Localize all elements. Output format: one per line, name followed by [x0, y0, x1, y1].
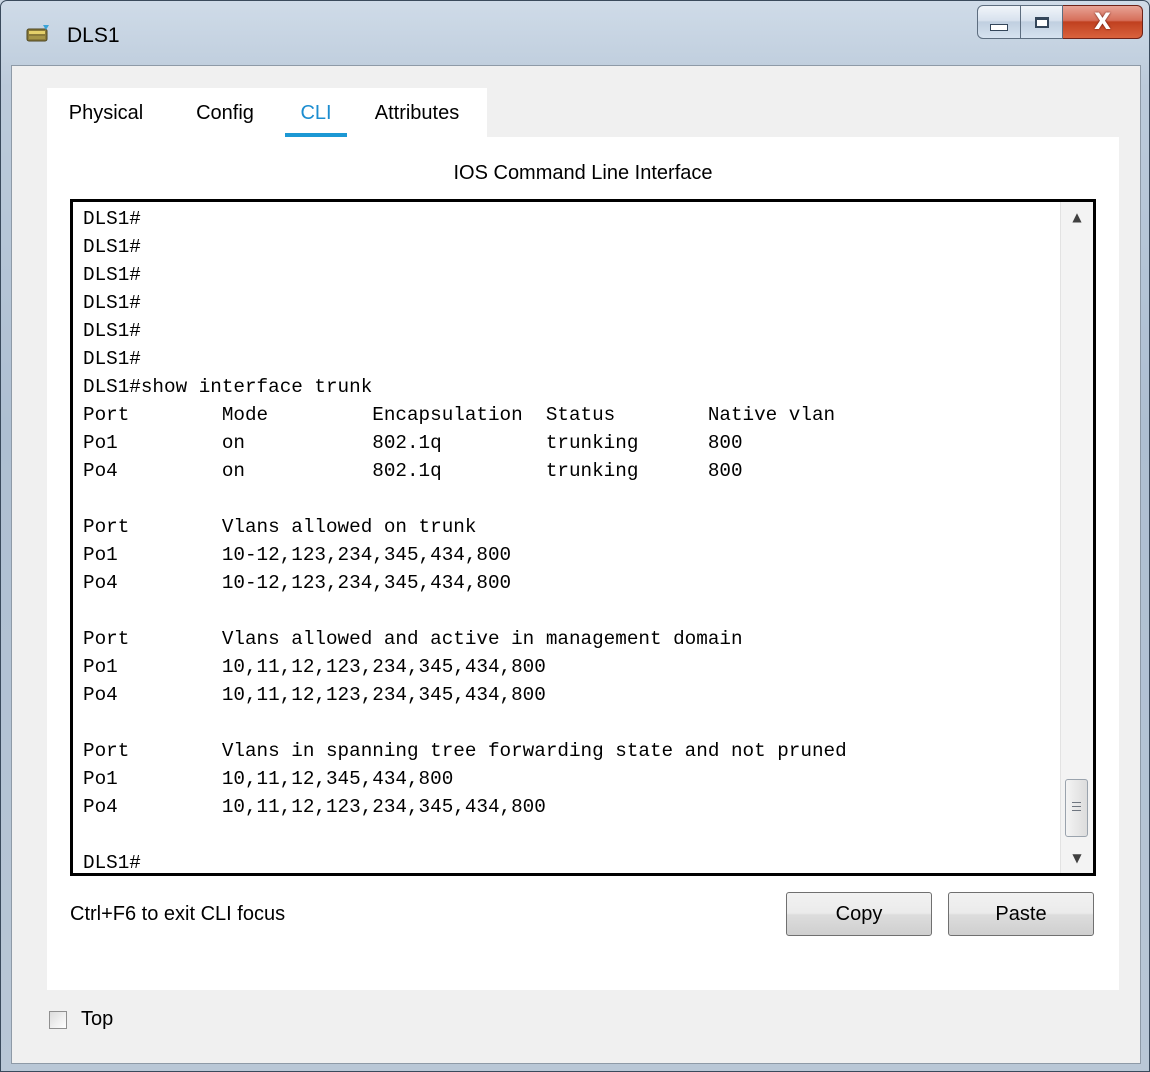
tab-label: Physical: [68, 102, 144, 124]
tab-cli[interactable]: CLI: [285, 88, 347, 138]
minimize-button[interactable]: [977, 5, 1021, 39]
cli-panel: IOS Command Line Interface DLS1# DLS1# D…: [47, 137, 1119, 990]
terminal-line: Po1 10,11,12,123,234,345,434,800: [83, 656, 546, 678]
app-window: DLS1 X Physical Config CLI Attributes IO…: [0, 0, 1150, 1072]
tab-attributes[interactable]: Attributes: [347, 88, 487, 138]
tab-label: Attributes: [374, 102, 460, 124]
minimize-icon: [990, 23, 1008, 31]
terminal-line: DLS1#: [83, 292, 141, 314]
tab-label: Config: [196, 102, 254, 124]
terminal-line: Port Vlans in spanning tree forwarding s…: [83, 740, 847, 762]
cli-focus-hint: Ctrl+F6 to exit CLI focus: [70, 903, 286, 925]
cli-terminal[interactable]: DLS1# DLS1# DLS1# DLS1# DLS1# DLS1# DLS1…: [70, 199, 1096, 876]
scroll-up-arrow-icon[interactable]: ▲: [1061, 202, 1093, 232]
close-icon: X: [1094, 9, 1111, 35]
paste-button[interactable]: Paste: [948, 892, 1094, 936]
title-bar[interactable]: DLS1 X: [1, 1, 1149, 65]
terminal-output[interactable]: DLS1# DLS1# DLS1# DLS1# DLS1# DLS1# DLS1…: [83, 205, 1053, 877]
copy-button[interactable]: Copy: [786, 892, 932, 936]
terminal-line: DLS1#show interface trunk: [83, 376, 373, 398]
tab-physical[interactable]: Physical: [47, 88, 165, 138]
top-checkbox-label: Top: [81, 1008, 114, 1030]
terminal-line: Port Vlans allowed and active in managem…: [83, 628, 743, 650]
terminal-line: DLS1#: [83, 264, 141, 286]
tab-config[interactable]: Config: [165, 88, 285, 138]
vertical-scrollbar[interactable]: ▲ ▼: [1060, 202, 1093, 873]
terminal-line: Po1 on 802.1q trunking 800: [83, 432, 743, 454]
maximize-button[interactable]: [1021, 5, 1063, 39]
terminal-line: Po4 on 802.1q trunking 800: [83, 460, 743, 482]
scroll-down-arrow-icon[interactable]: ▼: [1061, 843, 1093, 873]
terminal-line: DLS1#: [83, 320, 141, 342]
grip-icon: [1072, 802, 1081, 814]
top-option[interactable]: Top: [49, 1008, 113, 1031]
terminal-line: Po4 10,11,12,123,234,345,434,800: [83, 796, 546, 818]
terminal-line: DLS1#: [83, 852, 141, 874]
terminal-line: Port Vlans allowed on trunk: [83, 516, 477, 538]
terminal-line: DLS1#: [83, 208, 141, 230]
panel-title: IOS Command Line Interface: [453, 162, 713, 184]
terminal-line: Po1 10,11,12,345,434,800: [83, 768, 454, 790]
client-area: Physical Config CLI Attributes IOS Comma…: [11, 65, 1141, 1064]
terminal-line: Po1 10-12,123,234,345,434,800: [83, 544, 512, 566]
terminal-line: Po4 10-12,123,234,345,434,800: [83, 572, 512, 594]
top-checkbox[interactable]: [49, 1010, 67, 1029]
close-button[interactable]: X: [1063, 5, 1143, 39]
switch-device-icon: [26, 25, 49, 42]
scrollbar-thumb[interactable]: [1065, 779, 1088, 837]
terminal-line: DLS1#: [83, 348, 141, 370]
window-controls: X: [977, 5, 1143, 41]
terminal-line: Port Mode Encapsulation Status Native vl…: [83, 404, 836, 426]
maximize-icon: [1034, 16, 1049, 28]
tab-label: CLI: [300, 102, 332, 124]
terminal-line: DLS1#: [83, 236, 141, 258]
terminal-line: Po4 10,11,12,123,234,345,434,800: [83, 684, 546, 706]
window-title: DLS1: [67, 24, 120, 47]
tab-strip: Physical Config CLI Attributes: [47, 88, 487, 138]
